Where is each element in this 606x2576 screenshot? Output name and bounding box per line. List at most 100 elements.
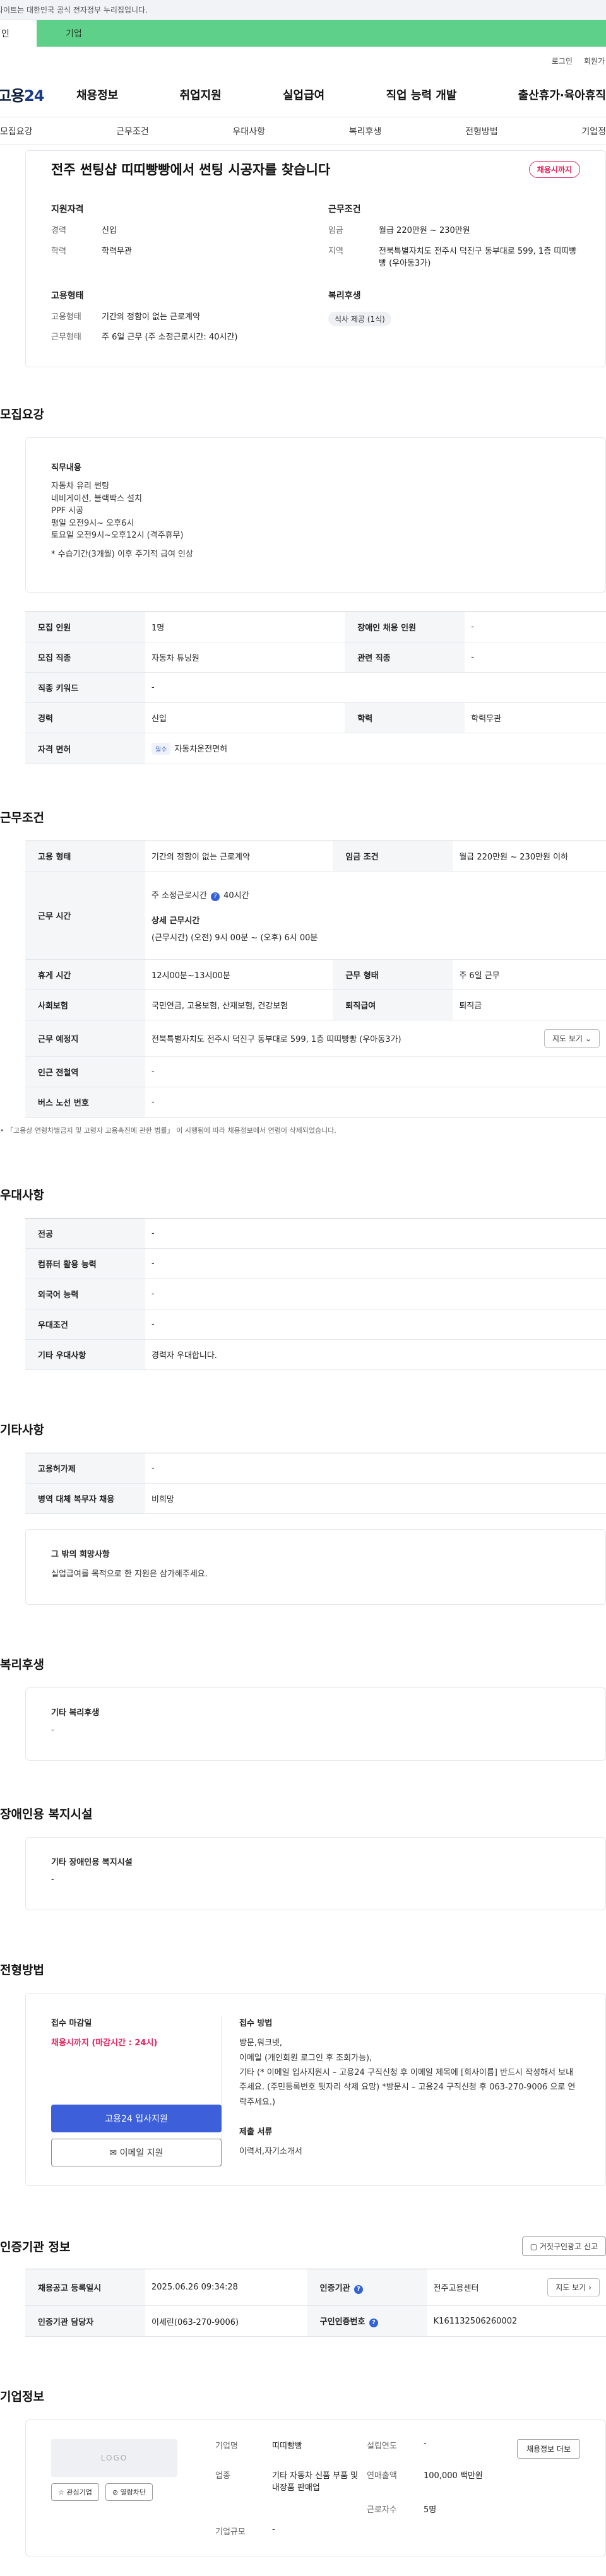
disability-card: 기타 장애인용 복지시설 - [25,1837,606,1911]
block-label: 열람차단 [120,2488,146,2497]
cell-label: 전공 [25,1218,145,1250]
cell-value: 학력무관 [465,702,606,734]
help-icon[interactable]: ? [369,2319,378,2328]
company-name-label: 기업명 [215,2442,238,2452]
process-card: 접수 마감일 채용시까지 (마감시간 : 24시) 고용24 입사지원 ✉ 이메… [25,1993,606,2187]
company-name-value: 띠띠빵빵 [272,2442,302,2452]
agency-map-button[interactable]: 지도 보기 › [547,2278,600,2297]
sales-label: 연매출액 [367,2471,397,2481]
cell-value: 2025.06.26 09:34:28 [145,2269,307,2307]
education-value: 학력무관 [102,246,132,256]
anchor-company[interactable]: 기업정 [581,125,606,138]
email-apply-button[interactable]: ✉ 이메일 지원 [51,2139,222,2167]
gov-banner: 사이트는 대한민국 공식 전자정부 누리집입니다. [0,0,606,20]
hours-detail-heading: 상세 근무시간 [152,916,200,926]
welfare-card: 기타 복리후생 - [25,1687,606,1761]
nav-unemployment-benefit[interactable]: 실업급여 [283,86,324,103]
tab-company[interactable]: 기업 [37,20,606,47]
block-view-button[interactable]: ⊘ 열람차단 [105,2483,153,2502]
cell-label: 인증기관 ? [307,2269,427,2307]
welfare-other-value: - [51,1725,54,1735]
area-label: 지역 [328,246,343,256]
top-links: 로그인 회원가 [0,47,606,72]
cell-value: - [145,1087,606,1118]
cell-label: 컴퓨터 활용 능력 [25,1248,145,1280]
logo-text: 고용 [0,87,25,105]
conditions-heading: 근무조건 [328,204,361,215]
employment-heading: 고용형태 [51,290,84,301]
cell-value: - [145,1056,606,1088]
cell-value: - [145,1248,606,1280]
cell-label: 인증기관 담당자 [25,2305,145,2337]
cell-label: 병역 대체 복무자 채용 [25,1483,145,1515]
company-info-button[interactable]: 채용정보 더보 [516,2439,580,2459]
cell-value: - [145,1309,606,1340]
gov-banner-text: 사이트는 대한민국 공식 전자정부 누리집입니다. [0,6,148,15]
anchor-conditions[interactable]: 근무조건 [116,125,149,138]
company-section-title: 기업정보 [0,2390,44,2404]
help-icon[interactable]: ? [354,2284,364,2294]
cell-value: - [145,672,606,704]
report-button[interactable]: ▢ 거짓구인광고 신고 [521,2236,606,2257]
founded-value: - [424,2439,427,2449]
career-value: 신입 [102,226,117,235]
anchor-recruit[interactable]: 모집요강 [0,125,33,138]
welfare-other-heading: 기타 복리후생 [51,1708,100,1718]
deadline-heading: 접수 마감일 [51,2019,92,2029]
table-row: 모집 직종 자동차 튜닝원 관련 직종 - [25,642,606,673]
apply-button[interactable]: 고용24 입사지원 [51,2105,222,2133]
report-icon: ▢ [530,2242,540,2252]
table-row: 고용 형태 기간의 정함이 없는 근로계약 임금 조건 월급 220만원 ~ 230만… [25,841,606,872]
nav-maternity-leave[interactable]: 출산휴가·육아휴직 [518,86,606,103]
nav-job-skills[interactable]: 직업 능력 개발 [386,86,457,103]
cell-label: 모집 인원 [25,612,145,643]
cell-value: - [145,1453,606,1484]
duty-line [51,542,580,548]
cell-value: 이세린(063-270-9006) [145,2305,307,2337]
industry-value: 기타 자동차 신품 부품 및 내장품 판매업 [272,2471,359,2493]
map-button[interactable]: 지도 보기 ⌄ [544,1029,600,1048]
cell-label: 구인인증번호 ? [307,2305,427,2337]
duty-heading: 직무내용 [51,463,81,473]
method-column: 접수 방법 방문,워크넷, 이메일 (개인회원 로그인 후 조회가능), 기타 … [222,2016,580,2166]
cell-label: 채용공고 등록일시 [25,2269,145,2307]
chevron-down-icon: ⌄ [585,1034,591,1043]
logo-number: 24 [24,87,44,105]
agency-map-label: 지도 보기 [556,2283,586,2293]
cell-label: 버스 노선 번호 [25,1087,145,1118]
cell-value: 국민연금, 고용보험, 산재보험, 건강보험 [145,990,333,1021]
table-row: 인근 전철역 - [25,1056,606,1088]
site-logo[interactable]: 고용24 [0,83,76,105]
hours-main-value: 40시간 [223,890,249,901]
deadline-badge: 채용시까지 [528,160,580,178]
area-value: 전북특별자치도 전주시 덕진구 동부대로 599, 1층 띠띠빵빵 (우아동3가… [379,246,577,268]
license-value: 자동차운전면허 [174,745,228,755]
cell-label: 학력 [345,702,465,734]
signup-link[interactable]: 회원가 [584,56,605,72]
duty-line: 네비게이션, 블랙박스 설치 [51,493,142,504]
career-label: 경력 [51,226,66,235]
login-link[interactable]: 로그인 [552,56,573,72]
duty-card: 직무내용 자동차 유리 썬팅 네비게이션, 블랙박스 설치 PPF 시공 평일 … [25,437,606,593]
anchor-process[interactable]: 전형방법 [465,125,498,138]
table-row: 경력 신입 학력 학력무관 [25,702,606,734]
cell-value: - [465,612,606,643]
sales-value: 100,000 백만원 [424,2471,483,2481]
tab-personal[interactable]: 인 [0,20,37,47]
nav-employment-support[interactable]: 취업지원 [180,86,222,103]
nav-recruit[interactable]: 채용정보 [76,86,118,103]
employees-label: 근로자수 [367,2505,397,2515]
company-info-grid: 기업명 띠띠빵빵 설립연도 - 채용정보 더보 업종 기타 자동차 신품 부품 및 내장… [177,2439,580,2537]
favorite-company-button[interactable]: ☆ 관심기업 [51,2483,99,2502]
work-section-title: 근무조건 [0,811,44,825]
anchor-preference[interactable]: 우대사항 [233,125,266,138]
table-row: 전공 - [25,1218,606,1250]
report-button-label: 거짓구인광고 신고 [539,2242,598,2252]
agency-table: 채용공고 등록일시 2025.06.26 09:34:28 인증기관 ? 전주고용센터… [25,2269,606,2337]
age-note: • 「고용상 연령차별금지 및 고령자 고용촉진에 관한 법률」 이 시행됨에 … [0,1125,606,1135]
cell-label: 근무 예정지 [25,1020,145,1058]
help-icon[interactable]: ? [211,892,220,901]
recruit-table: 모집 인원 1명 장애인 채용 인원 - 모집 직종 자동차 튜닝원 관련 직종 - 직종 … [25,612,606,765]
anchor-welfare[interactable]: 복리후생 [349,125,382,138]
